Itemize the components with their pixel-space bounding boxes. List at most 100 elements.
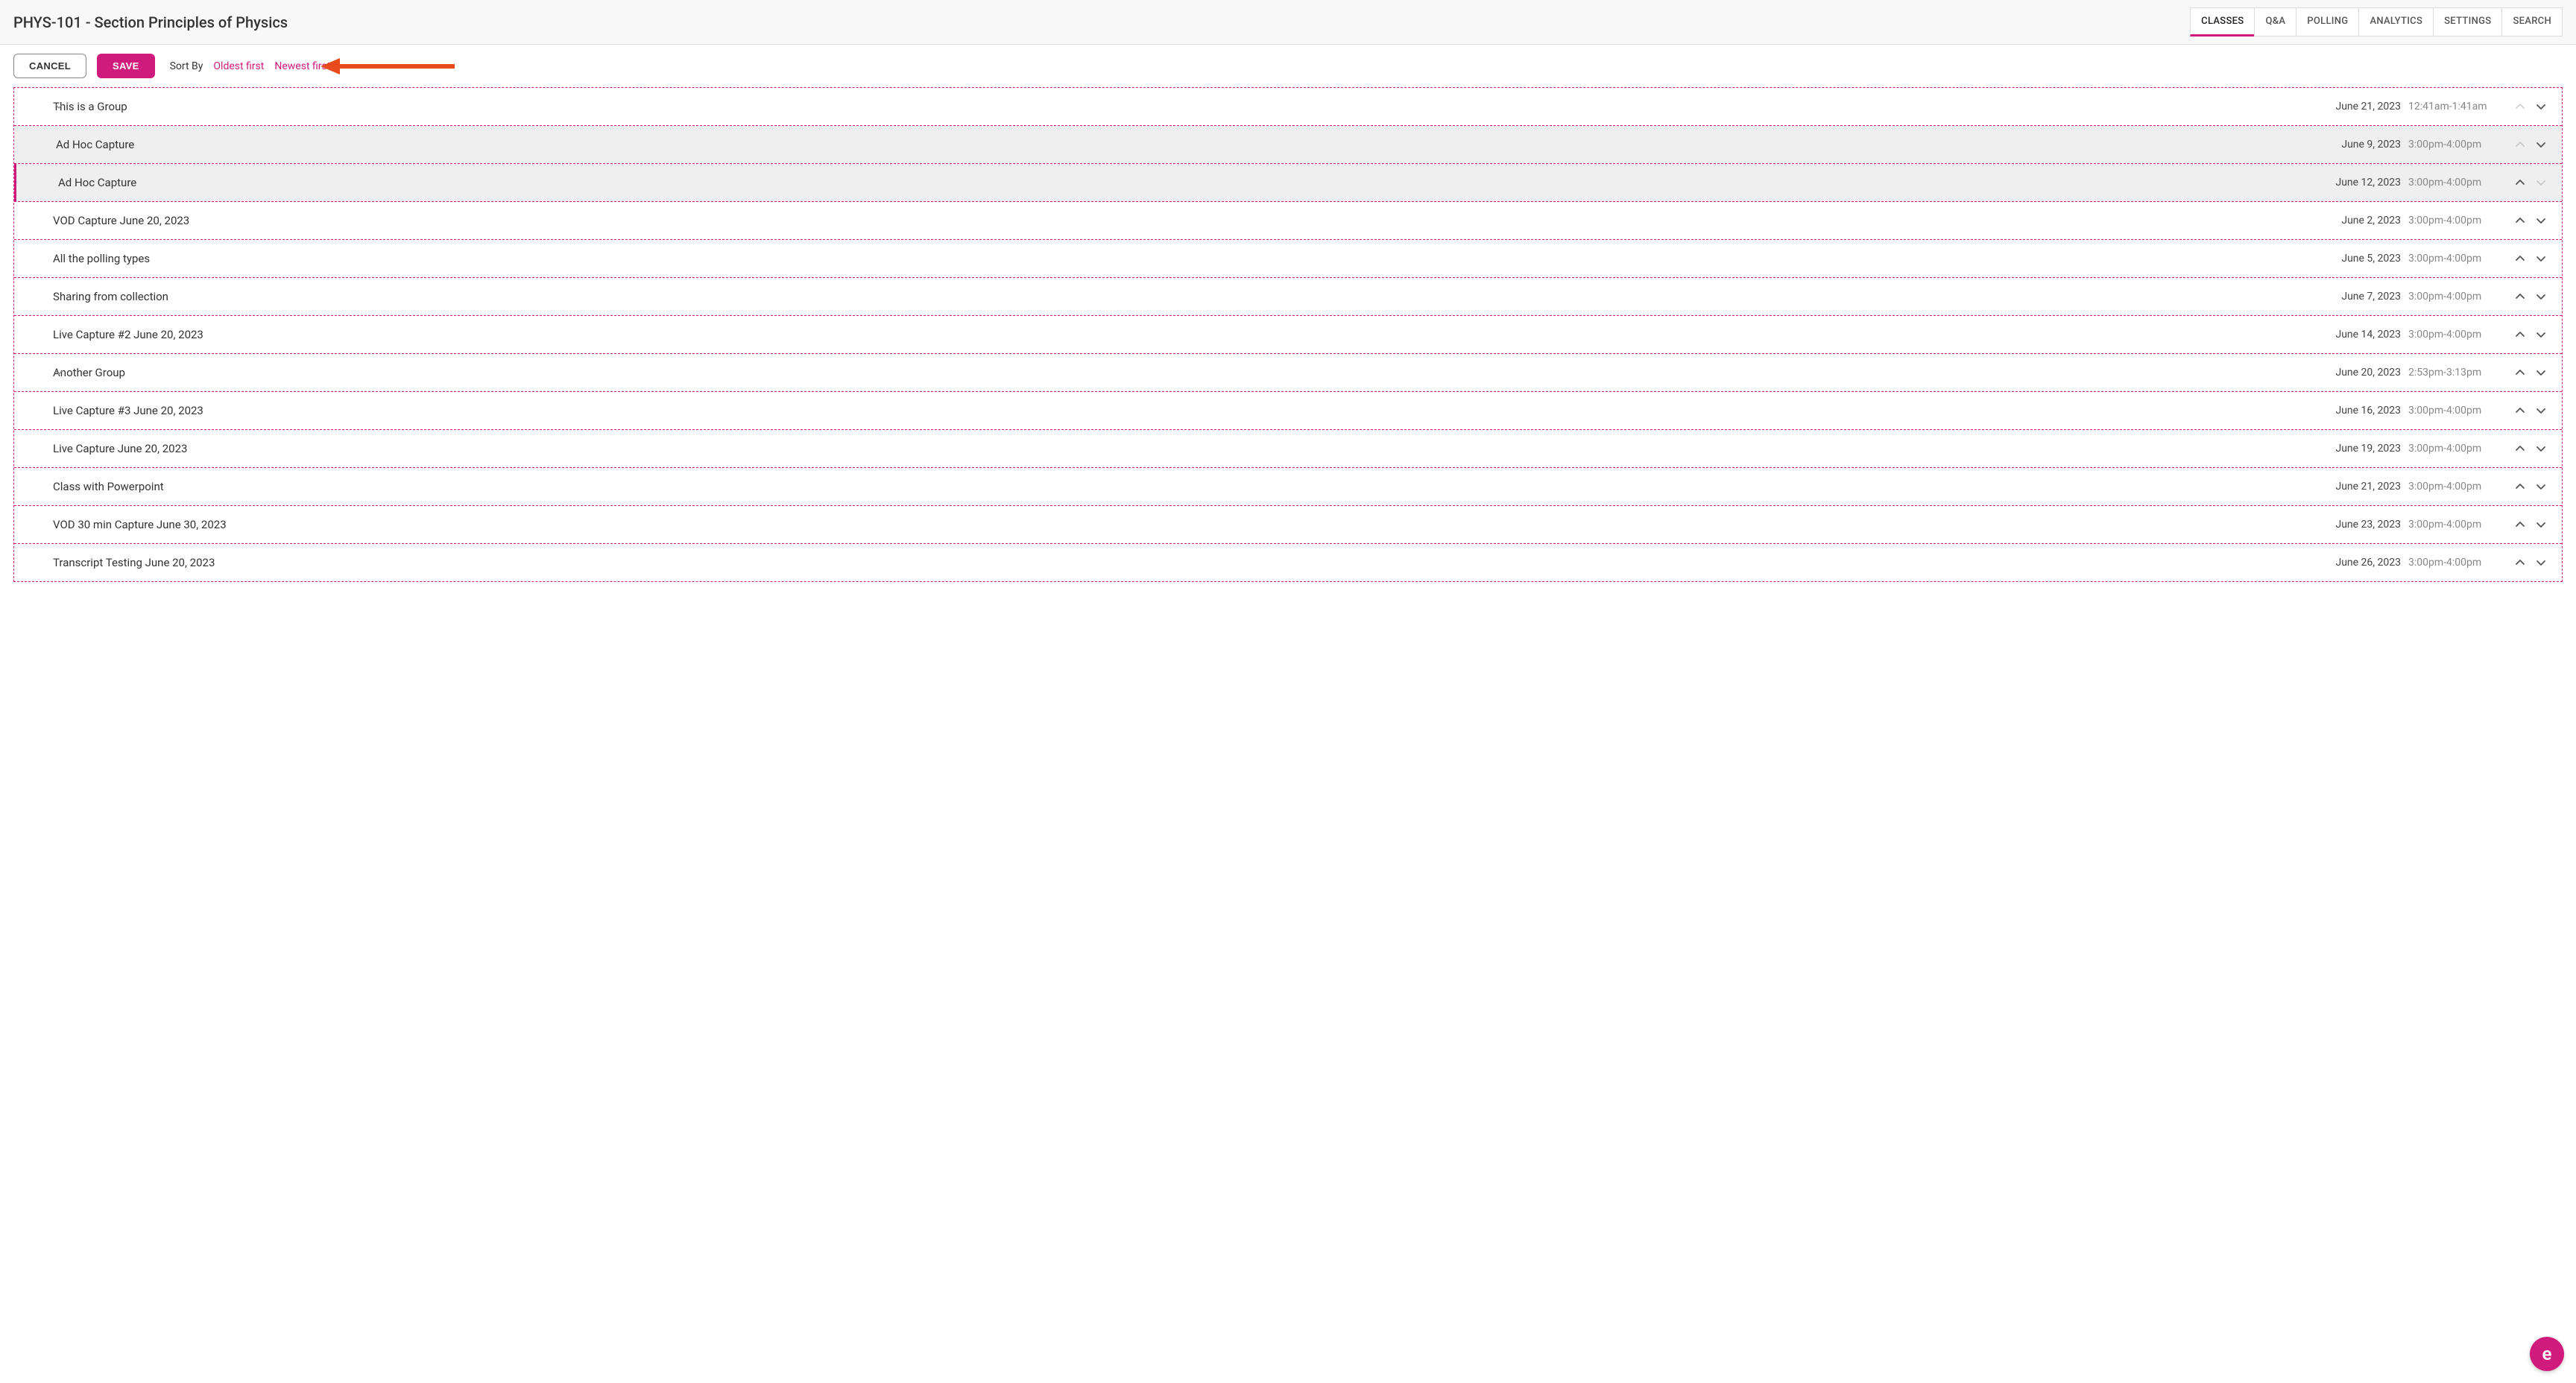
move-up-icon[interactable] [2514,519,2526,531]
move-up-icon[interactable] [2514,291,2526,303]
row-date: June 7, 2023 [2341,291,2401,303]
class-row[interactable]: Live Capture #3 June 20, 2023June 16, 20… [14,392,2562,430]
row-time: 3:00pm-4:00pm [2408,253,2490,265]
move-up-icon[interactable] [2514,481,2526,493]
help-fab-label: e [2542,1344,2552,1364]
move-down-icon[interactable] [2535,481,2547,493]
row-title: Ad Hoc Capture [56,138,2341,151]
class-row[interactable]: Class with PowerpointJune 21, 20233:00pm… [14,468,2562,506]
row-time: 3:00pm-4:00pm [2408,557,2490,569]
row-date: June 2, 2023 [2341,215,2401,227]
row-reorder-controls [2514,519,2547,531]
move-up-icon[interactable] [2514,367,2526,379]
group-row[interactable]: Another GroupJune 20, 20232:53pm-3:13pm [14,354,2562,392]
row-title: Live Capture #2 June 20, 2023 [53,328,2335,341]
row-date: June 14, 2023 [2335,329,2401,341]
move-up-icon [2514,139,2526,151]
class-row[interactable]: All the polling typesJune 5, 20233:00pm-… [14,240,2562,278]
class-row[interactable]: Ad Hoc CaptureJune 12, 20233:00pm-4:00pm [14,164,2562,202]
row-title: Live Capture #3 June 20, 2023 [53,404,2335,417]
move-down-icon[interactable] [2535,405,2547,417]
class-row[interactable]: Ad Hoc CaptureJune 9, 2023 3:00pm-4:00pm [14,126,2562,164]
move-down-icon[interactable] [2535,291,2547,303]
move-up-icon[interactable] [2514,443,2526,455]
class-row[interactable]: Live Capture #2 June 20, 2023June 14, 20… [14,316,2562,354]
move-down-icon[interactable] [2535,367,2547,379]
group-row[interactable]: This is a GroupJune 21, 2023 12:41am-1:41… [14,88,2562,126]
row-reorder-controls [2514,405,2547,417]
move-up-icon[interactable] [2514,329,2526,341]
row-reorder-controls [2514,557,2547,569]
move-down-icon[interactable] [2535,443,2547,455]
row-date: June 21, 2023 [2335,101,2401,113]
row-date: June 26, 2023 [2335,557,2401,569]
move-up-icon [2514,101,2526,113]
move-down-icon[interactable] [2535,329,2547,341]
annotation-arrow-icon [321,55,455,77]
row-title: This is a Group [53,100,2335,113]
row-date: June 5, 2023 [2341,253,2401,265]
move-up-icon[interactable] [2514,253,2526,265]
row-time: 12:41am-1:41am [2408,101,2490,113]
move-down-icon[interactable] [2535,101,2547,113]
move-down-icon[interactable] [2535,139,2547,151]
expand-collapse-icon[interactable] [54,102,63,111]
nav-tab-classes[interactable]: CLASSES [2190,7,2255,37]
row-time: 3:00pm-4:00pm [2408,177,2490,189]
move-down-icon[interactable] [2535,215,2547,227]
move-up-icon[interactable] [2514,215,2526,227]
class-row[interactable]: VOD 30 min Capture June 30, 2023June 23,… [14,506,2562,544]
save-button[interactable]: SAVE [97,54,155,78]
sort-oldest-link[interactable]: Oldest first [213,60,264,72]
page-title: PHYS-101 - Section Principles of Physics [13,13,288,31]
row-date: June 21, 2023 [2335,481,2401,493]
row-date: June 23, 2023 [2335,519,2401,531]
move-up-icon[interactable] [2514,557,2526,569]
row-reorder-controls [2514,215,2547,227]
nav-tabs: CLASSESQ&APOLLINGANALYTICSSETTINGSSEARCH [2191,7,2563,37]
row-title: Another Group [53,366,2335,379]
class-row[interactable]: Sharing from collectionJune 7, 20233:00p… [14,278,2562,316]
row-reorder-controls [2514,253,2547,265]
move-down-icon[interactable] [2535,557,2547,569]
row-reorder-controls [2514,481,2547,493]
row-time: 3:00pm-4:00pm [2408,519,2490,531]
row-time: 3:00pm-4:00pm [2408,329,2490,341]
nav-tab-analytics[interactable]: ANALYTICS [2358,7,2434,37]
class-row[interactable]: VOD Capture June 20, 2023June 2, 2023 3:0… [14,202,2562,240]
row-time: 3:00pm-4:00pm [2408,215,2490,227]
row-time: 3:00pm-4:00pm [2408,291,2490,303]
move-down-icon[interactable] [2535,519,2547,531]
row-reorder-controls [2514,291,2547,303]
help-fab-button[interactable]: e [2530,1337,2564,1371]
sort-newest-link[interactable]: Newest first [274,60,330,72]
class-list: This is a GroupJune 21, 202312:41am-1:41… [13,87,2563,582]
class-row[interactable]: Live Capture June 20, 2023June 19, 20233… [14,430,2562,468]
move-up-icon[interactable] [2514,405,2526,417]
move-down-icon [2535,177,2547,189]
row-title: VOD Capture June 20, 2023 [53,214,2341,227]
cancel-button[interactable]: CANCEL [13,54,86,78]
move-down-icon[interactable] [2535,253,2547,265]
row-time: 3:00pm-4:00pm [2408,481,2490,493]
row-title: Transcript Testing June 20, 2023 [53,556,2335,569]
row-time: 3:00pm-4:00pm [2408,139,2490,151]
nav-tab-qa[interactable]: Q&A [2254,7,2296,37]
nav-tab-settings[interactable]: SETTINGS [2433,7,2502,37]
nav-tab-polling[interactable]: POLLING [2296,7,2359,37]
class-row[interactable]: Transcript Testing June 20, 2023June 26,… [14,544,2562,581]
row-time: 3:00pm-4:00pm [2408,405,2490,417]
row-time: 2:53pm-3:13pm [2408,367,2490,379]
move-up-icon[interactable] [2514,177,2526,189]
row-reorder-controls [2514,367,2547,379]
row-time: 3:00pm-4:00pm [2408,443,2490,455]
row-date: June 12, 2023 [2335,177,2401,189]
row-date: June 9, 2023 [2341,139,2401,151]
nav-tab-search[interactable]: SEARCH [2501,7,2563,37]
expand-collapse-icon[interactable] [54,368,63,377]
row-reorder-controls [2514,139,2547,151]
row-title: Live Capture June 20, 2023 [53,442,2335,455]
row-date: June 16, 2023 [2335,405,2401,417]
row-reorder-controls [2514,101,2547,113]
row-reorder-controls [2514,177,2547,189]
